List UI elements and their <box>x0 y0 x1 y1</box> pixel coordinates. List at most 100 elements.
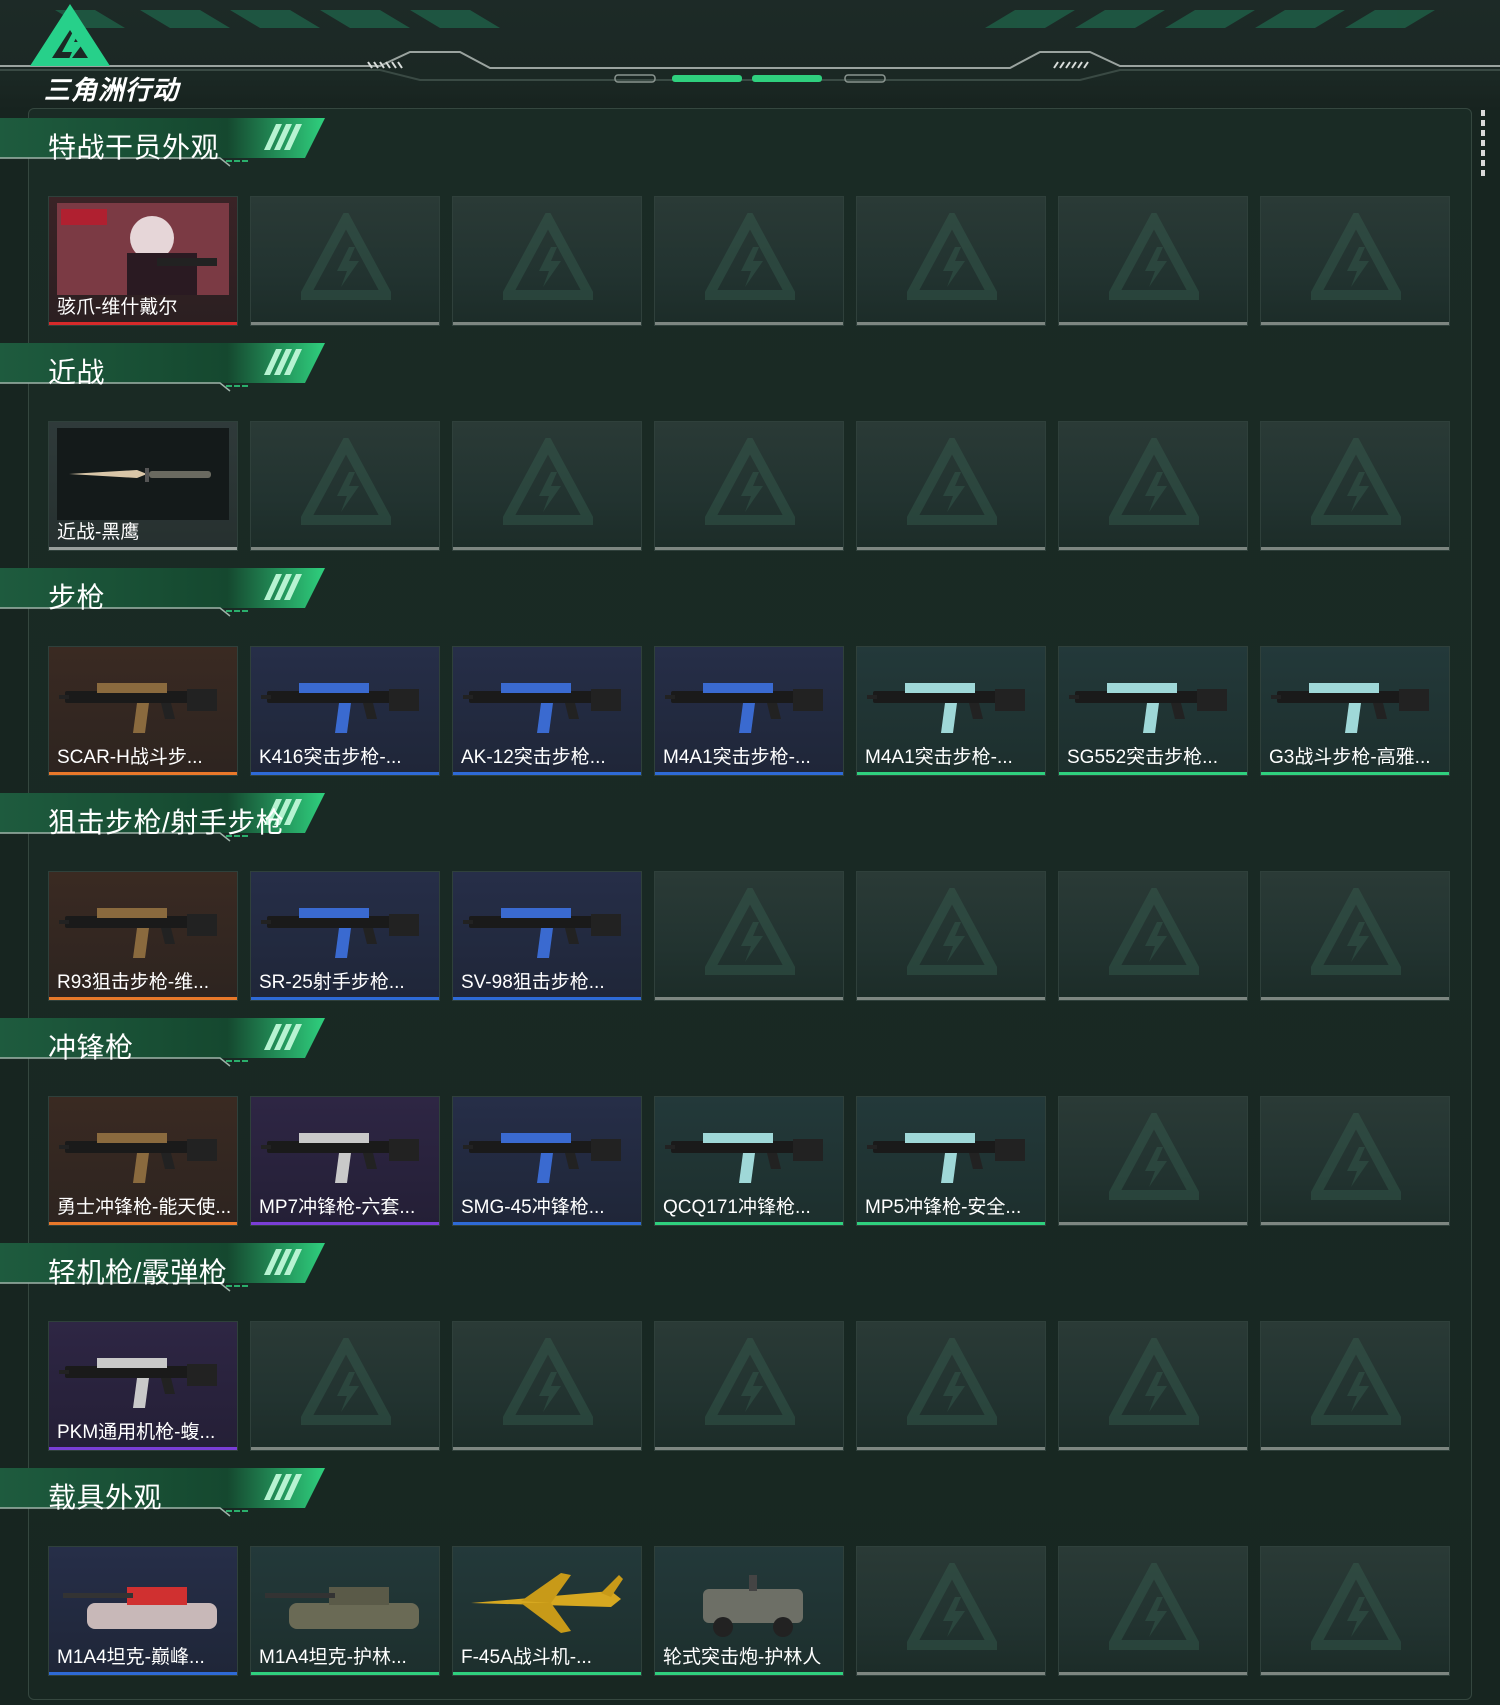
item-label: M1A4坦克-护林... <box>259 1647 407 1668</box>
empty-slot[interactable] <box>1260 1096 1450 1226</box>
placeholder-logo-icon <box>1104 1558 1204 1653</box>
item-card[interactable]: MP7冲锋枪-六套... <box>250 1096 440 1226</box>
slot-bar <box>1059 997 1247 1000</box>
item-card[interactable]: M4A1突击步枪-... <box>856 646 1046 776</box>
item-card[interactable]: 勇士冲锋枪-能天使... <box>48 1096 238 1226</box>
item-card[interactable]: SV-98狙击步枪... <box>452 871 642 1001</box>
section-title: 载具外观 <box>48 1482 163 1513</box>
empty-slot[interactable] <box>1058 1096 1248 1226</box>
empty-slot[interactable] <box>1058 1546 1248 1676</box>
empty-slot[interactable] <box>654 421 844 551</box>
empty-slot[interactable] <box>856 196 1046 326</box>
slot-bar <box>251 1447 439 1450</box>
item-label: SMG-45冲锋枪... <box>461 1197 605 1218</box>
quality-bar <box>49 997 237 1000</box>
placeholder-logo-icon <box>296 208 396 303</box>
section-title: 近战 <box>48 357 106 388</box>
slot-bar <box>1059 1672 1247 1675</box>
empty-slot[interactable] <box>452 1321 642 1451</box>
placeholder-logo-icon <box>1306 1558 1406 1653</box>
item-card[interactable]: G3战斗步枪-高雅... <box>1260 646 1450 776</box>
placeholder-logo-icon <box>1306 883 1406 978</box>
rifle-icon <box>461 653 633 745</box>
empty-slot[interactable] <box>1260 871 1450 1001</box>
quality-bar <box>49 1672 237 1675</box>
item-card[interactable]: SG552突击步枪... <box>1058 646 1248 776</box>
item-card[interactable]: SR-25射手步枪... <box>250 871 440 1001</box>
item-card[interactable]: 轮式突击炮-护林人 <box>654 1546 844 1676</box>
rifle-icon <box>259 653 431 745</box>
rifle-icon <box>865 653 1037 745</box>
item-row: 近战-黑鹰 <box>48 421 1450 551</box>
item-card[interactable]: SCAR-H战斗步... <box>48 646 238 776</box>
item-label: SV-98狙击步枪... <box>461 972 605 993</box>
smg-icon <box>663 1103 835 1195</box>
smg-icon <box>865 1103 1037 1195</box>
item-card[interactable]: M1A4坦克-护林... <box>250 1546 440 1676</box>
item-card[interactable]: M1A4坦克-巅峰... <box>48 1546 238 1676</box>
knife-icon <box>57 428 229 520</box>
empty-slot[interactable] <box>1260 1321 1450 1451</box>
placeholder-logo-icon <box>1306 433 1406 528</box>
item-card[interactable]: AK-12突击步枪... <box>452 646 642 776</box>
section-header: 步枪 <box>0 568 330 618</box>
item-card[interactable]: MP5冲锋枪-安全... <box>856 1096 1046 1226</box>
empty-slot[interactable] <box>654 871 844 1001</box>
item-card[interactable]: F-45A战斗机-... <box>452 1546 642 1676</box>
quality-bar <box>453 772 641 775</box>
item-card[interactable]: K416突击步枪-... <box>250 646 440 776</box>
placeholder-logo-icon <box>902 1558 1002 1653</box>
smg-icon <box>461 1103 633 1195</box>
placeholder-logo-icon <box>296 433 396 528</box>
empty-slot[interactable] <box>452 421 642 551</box>
item-card[interactable]: M4A1突击步枪-... <box>654 646 844 776</box>
empty-slot[interactable] <box>856 421 1046 551</box>
empty-slot[interactable] <box>856 1546 1046 1676</box>
slot-bar <box>251 547 439 550</box>
item-label: 勇士冲锋枪-能天使... <box>57 1197 232 1218</box>
quality-bar <box>1261 772 1449 775</box>
placeholder-logo-icon <box>700 208 800 303</box>
empty-slot[interactable] <box>250 1321 440 1451</box>
slot-bar <box>857 997 1045 1000</box>
slot-bar <box>857 1447 1045 1450</box>
item-label: M1A4坦克-巅峰... <box>57 1647 205 1668</box>
slot-bar <box>453 322 641 325</box>
rifle-icon <box>57 653 229 745</box>
empty-slot[interactable] <box>654 196 844 326</box>
placeholder-logo-icon <box>700 1333 800 1428</box>
slot-bar <box>1059 1222 1247 1225</box>
item-card[interactable]: R93狙击步枪-维... <box>48 871 238 1001</box>
slot-bar <box>1261 1222 1449 1225</box>
item-card[interactable]: PKM通用机枪-蝮... <box>48 1321 238 1451</box>
section-title: 轻机枪/霰弹枪 <box>48 1257 228 1288</box>
item-label: SR-25射手步枪... <box>259 972 405 993</box>
empty-slot[interactable] <box>1058 196 1248 326</box>
item-card[interactable]: SMG-45冲锋枪... <box>452 1096 642 1226</box>
empty-slot[interactable] <box>452 196 642 326</box>
empty-slot[interactable] <box>250 196 440 326</box>
section-title: 狙击步枪/射手步枪 <box>48 807 285 838</box>
placeholder-logo-icon <box>902 883 1002 978</box>
tank-icon <box>57 1553 229 1645</box>
placeholder-logo-icon <box>700 433 800 528</box>
empty-slot[interactable] <box>1058 421 1248 551</box>
empty-slot[interactable] <box>1260 196 1450 326</box>
empty-slot[interactable] <box>250 421 440 551</box>
slot-bar <box>1261 1447 1449 1450</box>
empty-slot[interactable] <box>1058 871 1248 1001</box>
scrollbar[interactable] <box>1481 110 1485 178</box>
empty-slot[interactable] <box>1260 421 1450 551</box>
item-row: 勇士冲锋枪-能天使... MP7冲锋枪-六套... SMG-45冲锋枪... Q… <box>48 1096 1450 1226</box>
empty-slot[interactable] <box>654 1321 844 1451</box>
quality-bar <box>49 1222 237 1225</box>
empty-slot[interactable] <box>1260 1546 1450 1676</box>
item-card[interactable]: 骇爪-维什戴尔 <box>48 196 238 326</box>
item-card[interactable]: 近战-黑鹰 <box>48 421 238 551</box>
item-card[interactable]: QCQ171冲锋枪... <box>654 1096 844 1226</box>
item-label: AK-12突击步枪... <box>461 747 606 768</box>
empty-slot[interactable] <box>856 871 1046 1001</box>
slot-bar <box>453 1447 641 1450</box>
empty-slot[interactable] <box>1058 1321 1248 1451</box>
empty-slot[interactable] <box>856 1321 1046 1451</box>
